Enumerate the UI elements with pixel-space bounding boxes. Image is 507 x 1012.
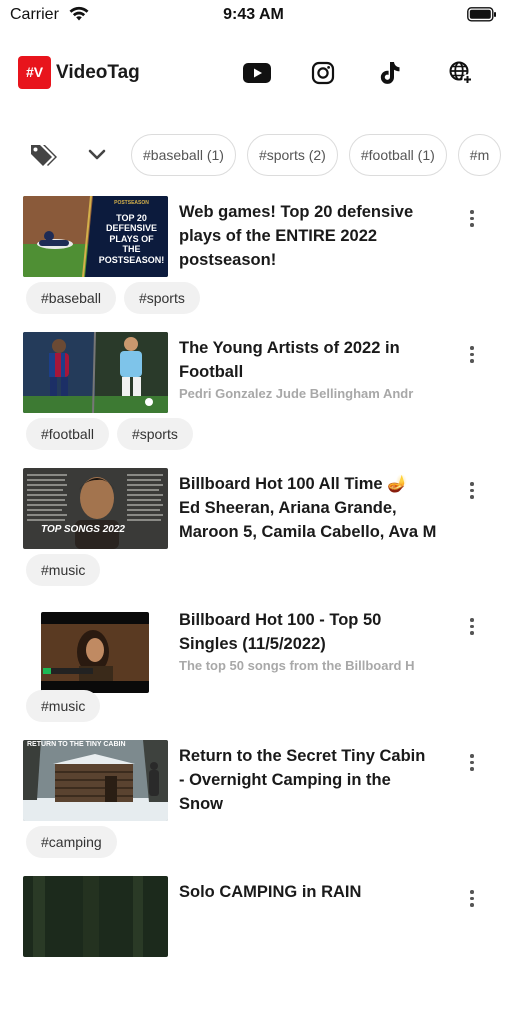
video-tag[interactable]: #sports [116,418,193,450]
video-thumbnail[interactable] [41,612,149,693]
thumbnail-text: THE [122,244,141,254]
video-item[interactable]: POSTSEASON TOP 20 DEFENSIVE PLAYS OF THE… [0,196,507,332]
video-tag[interactable]: #camping [26,826,117,858]
video-tag[interactable]: #music [26,554,101,586]
clock: 9:43 AM [223,6,284,23]
video-title-line: Solo CAMPING in RAIN [179,883,362,901]
video-title-line: Billboard Hot 100 All Time 🪔 [179,475,408,493]
video-title-line: The Young Artists of 2022 in [179,339,400,357]
video-title-line: Maroon 5, Camila Cabello, Ava M [179,523,437,541]
globe-plus-icon[interactable] [446,58,476,88]
tag-filter-bar: #baseball (1) #sports (2) #football (1) … [0,134,507,180]
video-item[interactable]: Solo CAMPING in RAIN [0,876,507,1012]
video-title[interactable]: Solo CAMPING in RAIN [179,880,439,904]
video-title[interactable]: Billboard Hot 100 - Top 50 Singles (11/5… [179,608,439,656]
thumbnail-text: PLAYS OF [109,233,154,244]
video-title-line: Football [179,363,244,381]
thumbnail-text: POSTSEASON! [98,254,165,265]
video-list: POSTSEASON TOP 20 DEFENSIVE PLAYS OF THE… [0,196,507,1012]
thumbnail-text: RETURN TO THE TINY CABIN [27,741,126,748]
video-subtitle: Pedri Gonzalez Jude Bellingham Andr [179,386,414,401]
video-tags: #football #sports [26,418,193,450]
thumbnail-text: TOP 20 [116,212,147,223]
video-subtitle: The top 50 songs from the Billboard H [179,658,415,673]
more-vertical-icon[interactable] [466,210,478,228]
video-item[interactable]: The Young Artists of 2022 in Football Pe… [0,332,507,468]
video-title-line: Return to the Secret Tiny Cabin [179,747,426,765]
video-thumbnail[interactable]: POSTSEASON TOP 20 DEFENSIVE PLAYS OF THE… [23,196,168,277]
app-header: #V VideoTag [18,56,490,94]
video-thumbnail[interactable]: RETURN TO THE TINY CABIN [23,740,168,821]
video-tag[interactable]: #football [26,418,109,450]
video-tags: #music [26,554,101,586]
video-tag[interactable]: #sports [123,282,200,314]
youtube-icon[interactable] [242,58,272,88]
video-title-line: - Overnight Camping in the [179,771,391,789]
video-title-line: Web games! Top 20 defensive [179,203,414,221]
video-item[interactable]: RETURN TO THE TINY CABIN Return to the S… [0,740,507,876]
video-title-line: plays of the ENTIRE 2022 [179,227,378,245]
video-title-line: Snow [179,795,223,813]
video-thumbnail[interactable] [23,876,168,957]
more-vertical-icon[interactable] [466,482,478,500]
video-title-line: postseason! [179,251,277,269]
tiktok-icon[interactable] [375,58,405,88]
video-thumbnail[interactable] [23,332,168,413]
tag-chip[interactable]: #sports (2) [246,134,338,176]
tag-chip[interactable]: #football (1) [348,134,447,176]
video-title[interactable]: Billboard Hot 100 All Time 🪔 Ed Sheeran,… [179,472,439,544]
video-tag[interactable]: #music [26,690,101,722]
more-vertical-icon[interactable] [466,346,478,364]
battery-icon [467,7,497,27]
video-tags: #baseball #sports [26,282,200,314]
more-vertical-icon[interactable] [466,618,478,636]
thumbnail-text: POSTSEASON [114,200,149,206]
more-vertical-icon[interactable] [466,754,478,772]
thumbnail-text: DEFENSIVE [105,223,157,233]
video-tags: #music [26,690,101,722]
tags-icon[interactable] [28,142,60,173]
app-title: VideoTag [56,62,140,83]
video-title-line: Ed Sheeran, Ariana Grande, [179,499,397,517]
video-tag[interactable]: #baseball [26,282,116,314]
instagram-icon[interactable] [308,58,338,88]
more-vertical-icon[interactable] [466,890,478,908]
status-bar: Carrier 9:43 AM [0,0,507,30]
tag-chip-list: #baseball (1) #sports (2) #football (1) … [131,134,502,176]
chevron-down-icon[interactable] [88,148,106,166]
video-item[interactable]: TOP SONGS 2022 Billboard Hot 100 All Tim… [0,468,507,604]
tag-chip[interactable]: #m [457,134,502,176]
video-thumbnail[interactable]: TOP SONGS 2022 [23,468,168,549]
app-logo: #V [18,56,51,89]
video-title[interactable]: Return to the Secret Tiny Cabin - Overni… [179,744,439,816]
video-title-line: Billboard Hot 100 - Top 50 [179,611,382,629]
thumbnail-text: TOP SONGS 2022 [41,524,125,535]
video-tags: #camping [26,826,117,858]
tag-chip[interactable]: #baseball (1) [131,134,236,176]
video-title[interactable]: Web games! Top 20 defensive plays of the… [179,200,439,272]
video-title-line: Singles (11/5/2022) [179,635,326,653]
video-title[interactable]: The Young Artists of 2022 in Football [179,336,439,384]
video-item[interactable]: Billboard Hot 100 - Top 50 Singles (11/5… [0,604,507,740]
